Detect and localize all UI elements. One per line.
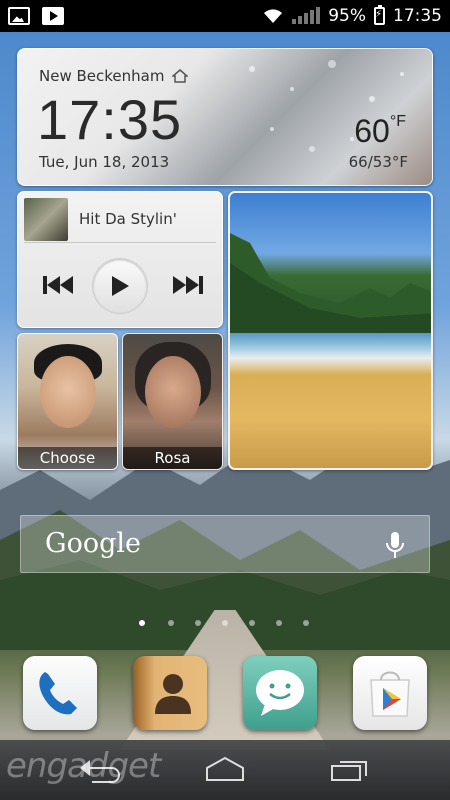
status-time: 17:35	[393, 6, 442, 26]
temperature-value: 60	[354, 113, 390, 149]
clock-date: Tue, Jun 18, 2013	[39, 153, 170, 171]
album-art[interactable]	[24, 198, 68, 241]
google-logo-text: Google	[45, 528, 141, 559]
page-dot-active	[139, 620, 145, 626]
watermark: engadget	[6, 746, 161, 786]
page-dot	[276, 620, 282, 626]
home-icon	[172, 69, 189, 83]
recent-apps-icon[interactable]	[328, 754, 372, 784]
page-dot	[222, 620, 228, 626]
temperature-unit: °F	[389, 113, 406, 130]
temperature-range: 66/53°F	[348, 153, 408, 171]
wifi-icon	[264, 9, 283, 23]
next-track-icon[interactable]	[172, 274, 204, 296]
battery-icon	[374, 5, 385, 25]
home-button-icon[interactable]	[203, 754, 247, 784]
play-store-icon	[370, 671, 410, 717]
messaging-app-button[interactable]	[243, 656, 317, 730]
phone-icon	[39, 672, 77, 715]
messaging-icon	[256, 670, 304, 716]
contact-shortcut-choose[interactable]: Choose	[17, 333, 118, 470]
music-player-widget[interactable]: Hit Da Stylin'	[17, 191, 223, 328]
contacts-app-button[interactable]	[133, 656, 207, 730]
status-bar: 95% 17:35	[0, 0, 450, 32]
google-search-bar[interactable]: Google	[20, 515, 430, 573]
contact-photo	[40, 356, 96, 428]
contacts-icon	[155, 674, 191, 714]
current-temperature: 60°F	[354, 113, 406, 150]
track-title[interactable]: Hit Da Stylin'	[79, 210, 177, 228]
previous-track-icon[interactable]	[42, 274, 74, 296]
page-dot	[249, 620, 255, 626]
play-store-app-button[interactable]	[353, 656, 427, 730]
contact-label: Choose	[18, 447, 117, 469]
weather-location[interactable]: New Beckenham	[39, 67, 189, 85]
music-divider	[24, 242, 216, 243]
mic-icon[interactable]	[385, 531, 405, 561]
contact-shortcut-rosa[interactable]: Rosa	[122, 333, 223, 470]
page-indicator	[0, 620, 450, 628]
photo-landscape	[230, 233, 431, 333]
weather-clock-widget[interactable]: New Beckenham 17:35 Tue, Jun 18, 2013 60…	[17, 48, 433, 186]
contact-photo	[145, 356, 201, 428]
battery-percent: 95%	[328, 6, 366, 26]
clock-time[interactable]: 17:35	[37, 87, 182, 152]
contact-label: Rosa	[123, 447, 222, 469]
signal-icon	[292, 7, 321, 24]
image-icon	[8, 7, 30, 25]
phone-app-button[interactable]	[23, 656, 97, 730]
page-dot	[195, 620, 201, 626]
page-dot	[168, 620, 174, 626]
page-dot	[303, 620, 309, 626]
play-button[interactable]	[92, 258, 148, 314]
location-label: New Beckenham	[39, 67, 165, 85]
photo-frame-widget[interactable]	[228, 191, 433, 470]
play-icon	[112, 276, 129, 296]
play-store-notification-icon	[42, 7, 64, 25]
app-dock	[0, 650, 450, 740]
